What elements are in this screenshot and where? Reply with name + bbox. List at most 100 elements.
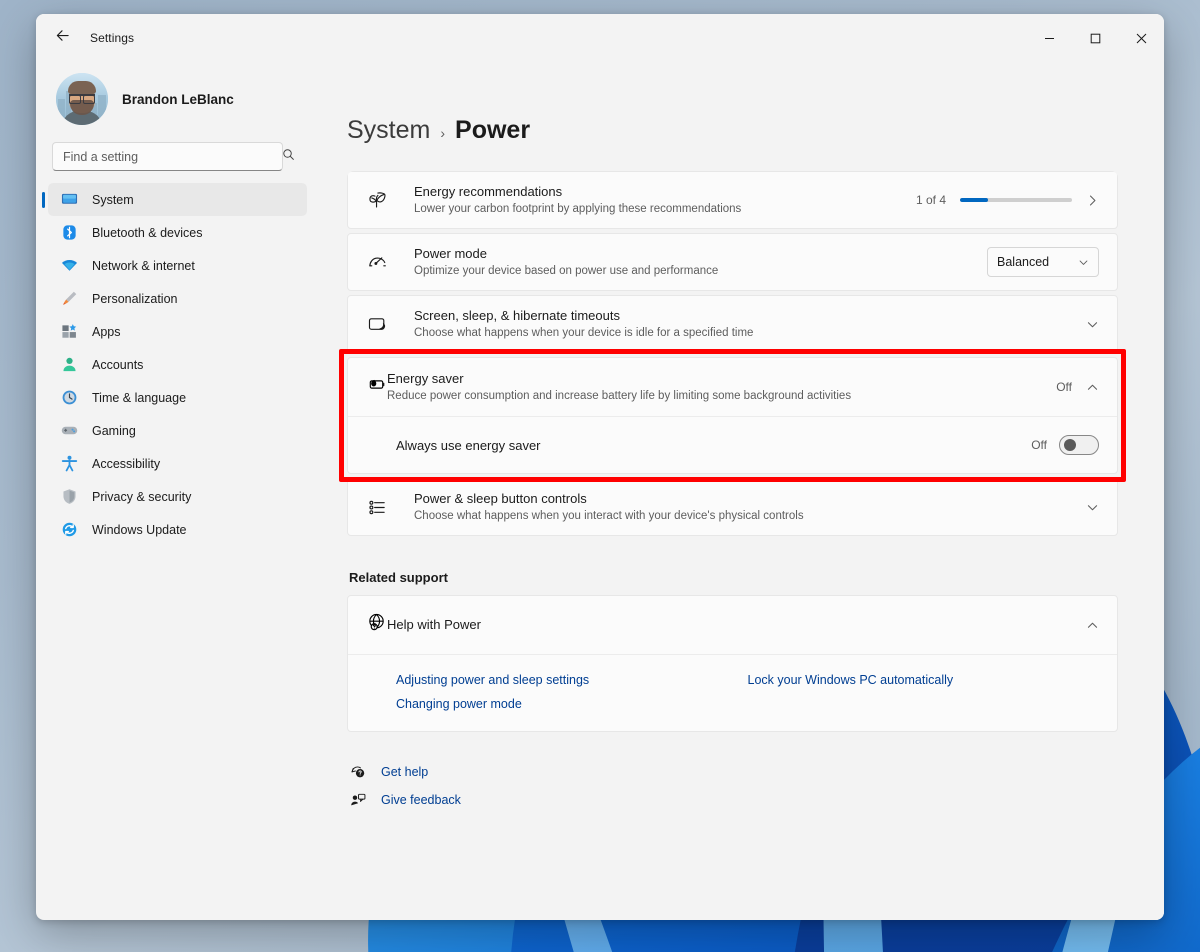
settings-cards: Energy recommendations Lower your carbon… bbox=[347, 171, 1118, 540]
screen-moon-icon bbox=[366, 314, 388, 335]
search-input[interactable] bbox=[52, 142, 283, 171]
battery-leaf-icon bbox=[366, 374, 387, 400]
setting-title: Power mode bbox=[414, 245, 487, 261]
always-use-energy-saver-row: Always use energy saver Off bbox=[348, 417, 1117, 473]
chevron-down-icon[interactable] bbox=[1086, 501, 1099, 514]
search-container bbox=[52, 142, 305, 171]
always-use-energy-saver-label: Always use energy saver bbox=[396, 437, 541, 453]
monitor-icon bbox=[60, 191, 78, 209]
footer-links: Get help Give feedback bbox=[347, 758, 1118, 814]
sidebar-item-system[interactable]: System bbox=[48, 183, 307, 216]
setting-power-mode[interactable]: Power mode Optimize your device based on… bbox=[347, 233, 1118, 291]
help-with-power-header[interactable]: Help with Power bbox=[348, 596, 1117, 654]
setting-subtitle: Optimize your device based on power use … bbox=[414, 264, 719, 277]
breadcrumb: System › Power bbox=[347, 116, 1118, 145]
help-links-body: Adjusting power and sleep settings Lock … bbox=[348, 654, 1117, 731]
settings-window: Settings Brandon LeBlanc Find a setting … bbox=[36, 14, 1164, 920]
feedback-icon bbox=[349, 792, 367, 808]
update-icon bbox=[60, 521, 78, 539]
sidebar-item-label: Bluetooth & devices bbox=[92, 225, 203, 240]
setting-power-sleep-button-controls[interactable]: Power & sleep button controls Choose wha… bbox=[347, 478, 1118, 536]
bluetooth-icon bbox=[60, 224, 78, 242]
energy-saver-expanded-body: Always use energy saver Off bbox=[348, 416, 1117, 473]
page-title: Power bbox=[455, 116, 531, 144]
sidebar-item-network-internet[interactable]: Network & internet bbox=[48, 249, 307, 282]
sidebar-item-accessibility[interactable]: Accessibility bbox=[48, 447, 307, 480]
help-question-icon bbox=[349, 764, 367, 780]
close-button[interactable] bbox=[1118, 14, 1164, 62]
setting-title: Screen, sleep, & hibernate timeouts bbox=[414, 307, 620, 323]
maximize-button[interactable] bbox=[1072, 14, 1118, 62]
help-link-lock-windows-pc[interactable]: Lock your Windows PC automatically bbox=[748, 673, 954, 687]
user-profile[interactable]: Brandon LeBlanc bbox=[48, 68, 307, 128]
list-settings-icon bbox=[366, 497, 388, 518]
breadcrumb-separator: › bbox=[440, 125, 446, 141]
sidebar-item-accounts[interactable]: Accounts bbox=[48, 348, 307, 381]
give-feedback-row[interactable]: Give feedback bbox=[349, 786, 1118, 814]
give-feedback-label: Give feedback bbox=[381, 793, 461, 807]
energy-saver-header[interactable]: Energy saver Reduce power consumption an… bbox=[348, 358, 1117, 416]
person-icon bbox=[60, 356, 78, 374]
sidebar-item-label: Accounts bbox=[92, 357, 144, 372]
help-link-adjusting-power-sleep[interactable]: Adjusting power and sleep settings bbox=[396, 673, 589, 687]
title-bar: Settings bbox=[36, 14, 1164, 62]
sidebar-item-bluetooth-devices[interactable]: Bluetooth & devices bbox=[48, 216, 307, 249]
sidebar-item-label: Personalization bbox=[92, 291, 178, 306]
toggle-knob bbox=[1064, 439, 1076, 451]
setting-title: Energy recommendations bbox=[414, 183, 563, 199]
help-link-changing-power-mode[interactable]: Changing power mode bbox=[396, 697, 522, 711]
setting-energy-saver: Energy saver Reduce power consumption an… bbox=[347, 357, 1118, 474]
sidebar-item-privacy-security[interactable]: Privacy & security bbox=[48, 480, 307, 513]
shield-icon bbox=[60, 488, 78, 506]
back-button[interactable] bbox=[46, 22, 78, 54]
setting-subtitle: Reduce power consumption and increase ba… bbox=[387, 389, 852, 402]
accessibility-icon bbox=[60, 455, 78, 473]
chevron-down-icon[interactable] bbox=[1086, 318, 1099, 331]
setting-subtitle: Lower your carbon footprint by applying … bbox=[414, 202, 742, 215]
speedometer-icon bbox=[366, 252, 388, 273]
chevron-up-icon[interactable] bbox=[1086, 619, 1099, 632]
get-help-label: Get help bbox=[381, 765, 429, 779]
sidebar-item-label: Privacy & security bbox=[92, 489, 192, 504]
avatar bbox=[56, 73, 108, 125]
setting-energy-recommendations[interactable]: Energy recommendations Lower your carbon… bbox=[347, 171, 1118, 229]
get-help-row[interactable]: Get help bbox=[349, 758, 1118, 786]
apps-icon bbox=[60, 323, 78, 341]
sidebar-item-label: Network & internet bbox=[92, 258, 195, 273]
setting-title: Energy saver bbox=[387, 370, 464, 386]
sidebar-nav: System Bluetooth & devices Network & int… bbox=[48, 183, 307, 546]
sidebar-item-personalization[interactable]: Personalization bbox=[48, 282, 307, 315]
globe-help-icon bbox=[366, 612, 387, 638]
minimize-button[interactable] bbox=[1026, 14, 1072, 62]
main-content: System › Power Energy recommendations Lo… bbox=[319, 62, 1164, 920]
breadcrumb-root[interactable]: System bbox=[347, 116, 430, 145]
sidebar-item-time-language[interactable]: Time & language bbox=[48, 381, 307, 414]
always-use-energy-saver-value: Off bbox=[1031, 438, 1047, 452]
profile-name: Brandon LeBlanc bbox=[122, 91, 234, 107]
sidebar-item-label: Windows Update bbox=[92, 522, 187, 537]
chevron-up-icon[interactable] bbox=[1086, 381, 1099, 394]
gamepad-icon bbox=[60, 422, 78, 440]
sidebar: Brandon LeBlanc Find a setting System Bl… bbox=[36, 62, 319, 920]
sidebar-item-gaming[interactable]: Gaming bbox=[48, 414, 307, 447]
progress-fill bbox=[960, 198, 988, 202]
wifi-icon bbox=[60, 257, 78, 275]
paintbrush-icon bbox=[60, 290, 78, 308]
chevron-right-icon[interactable] bbox=[1086, 194, 1099, 207]
window-controls bbox=[1026, 14, 1164, 62]
sidebar-item-label: Accessibility bbox=[92, 456, 161, 471]
sidebar-item-windows-update[interactable]: Windows Update bbox=[48, 513, 307, 546]
always-use-energy-saver-toggle[interactable] bbox=[1059, 435, 1099, 455]
energy-saver-status: Off bbox=[1056, 380, 1072, 394]
sidebar-item-apps[interactable]: Apps bbox=[48, 315, 307, 348]
setting-subtitle: Choose what happens when your device is … bbox=[414, 326, 754, 339]
search-icon bbox=[282, 148, 295, 166]
power-mode-dropdown[interactable]: Balanced bbox=[987, 247, 1099, 277]
setting-subtitle: Choose what happens when you interact wi… bbox=[414, 509, 804, 522]
recommendations-progress-bar bbox=[960, 198, 1072, 202]
help-with-power-card: Help with Power Adjusting power and slee… bbox=[347, 595, 1118, 732]
setting-title: Power & sleep button controls bbox=[414, 490, 587, 506]
setting-screen-sleep-hibernate[interactable]: Screen, sleep, & hibernate timeouts Choo… bbox=[347, 295, 1118, 353]
help-links-grid: Adjusting power and sleep settings Lock … bbox=[348, 655, 1117, 731]
related-support-heading: Related support bbox=[349, 570, 448, 585]
